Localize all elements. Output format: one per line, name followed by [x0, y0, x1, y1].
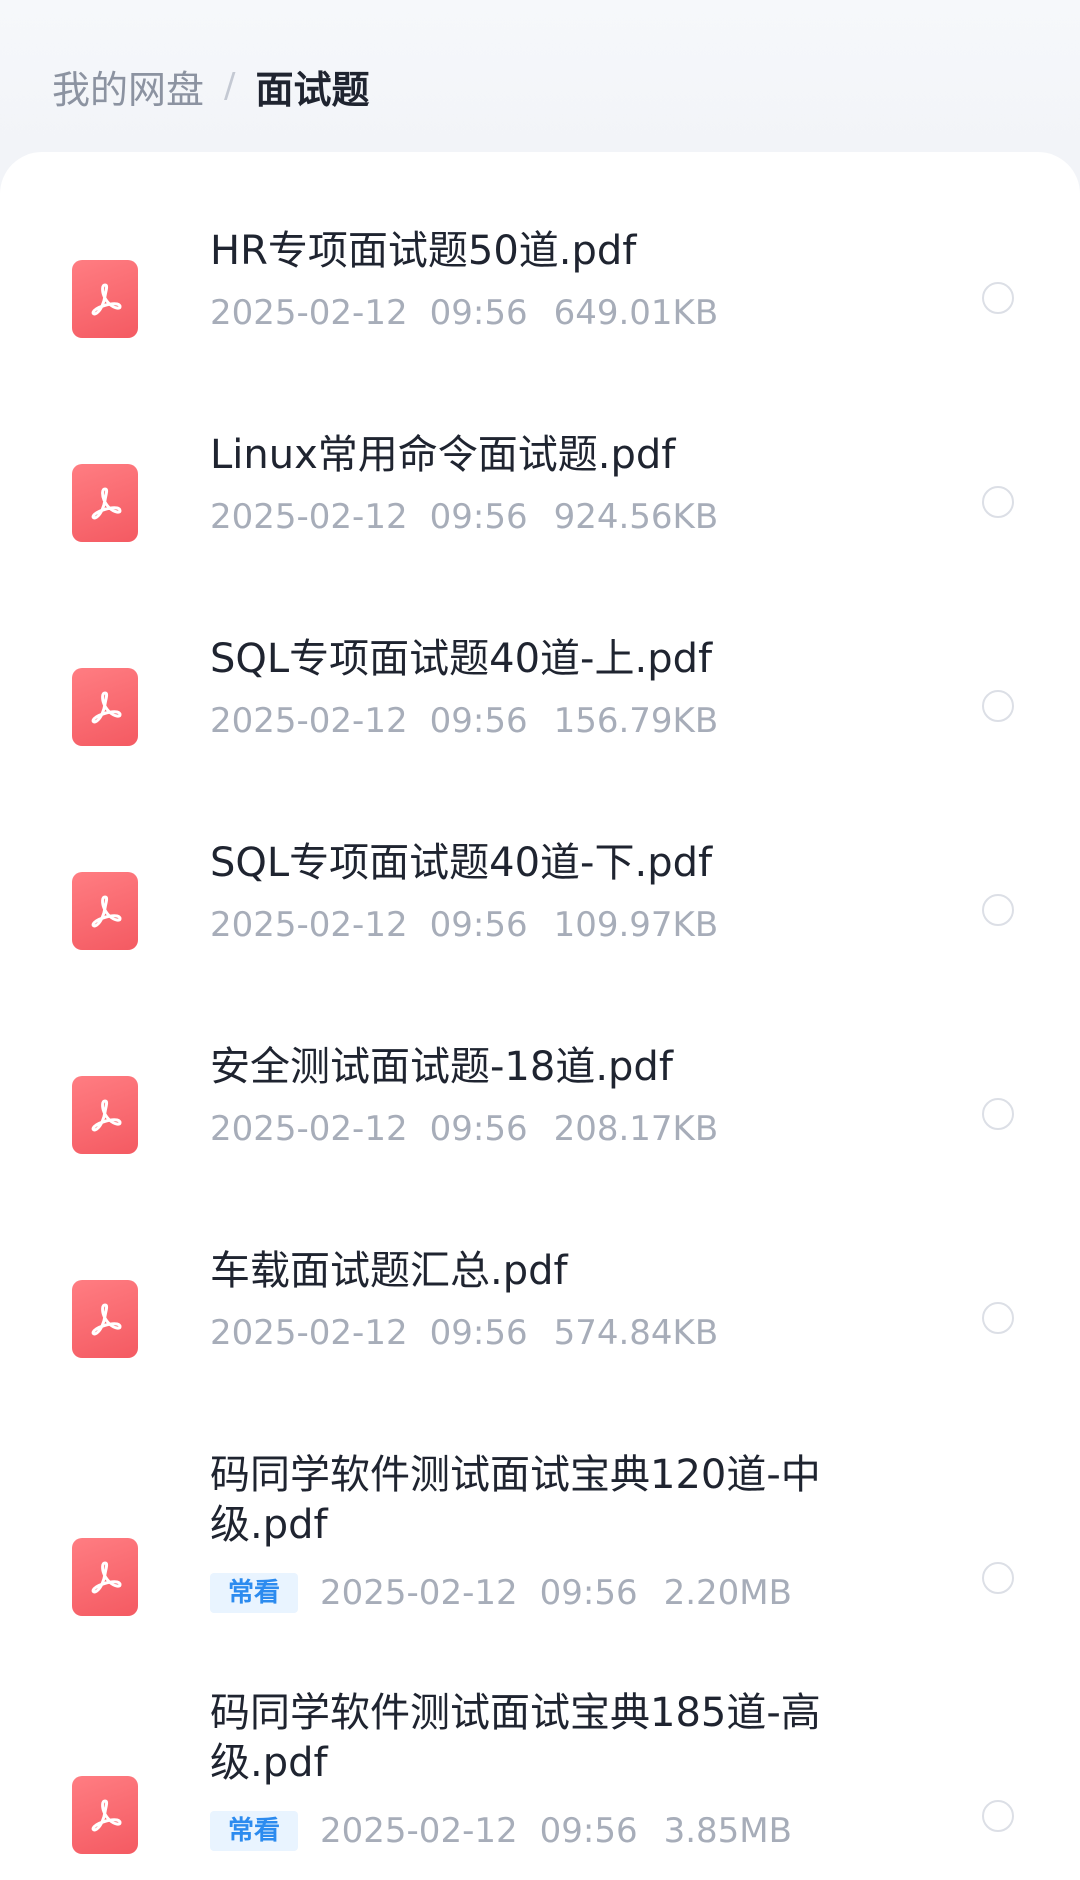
file-time: 09:56	[429, 1313, 528, 1353]
pdf-icon	[72, 260, 138, 338]
breadcrumb-root[interactable]: 我的网盘	[52, 59, 204, 114]
file-name: HR专项面试题50道.pdf	[210, 228, 637, 274]
file-meta: 2025-02-12 09:56 574.84KB	[210, 1312, 718, 1354]
file-size: 3.85MB	[663, 1811, 792, 1851]
pdf-icon	[72, 872, 138, 950]
pdf-icon	[72, 1076, 138, 1154]
breadcrumb-separator: /	[224, 66, 236, 106]
pdf-icon	[72, 1280, 138, 1358]
select-radio[interactable]	[982, 1562, 1014, 1594]
select-radio[interactable]	[982, 1098, 1014, 1130]
file-date: 2025-02-12	[210, 701, 408, 741]
file-name: SQL专项面试题40道-上.pdf	[210, 636, 713, 682]
acrobat-glyph	[91, 1099, 122, 1132]
file-size: 2.20MB	[663, 1573, 792, 1613]
file-time: 09:56	[429, 701, 528, 741]
file-time: 09:56	[429, 1109, 528, 1149]
file-date: 2025-02-12	[320, 1573, 518, 1613]
file-name: 码同学软件测试面试宝典120道-中级.pdf	[210, 1452, 821, 1548]
pdf-icon	[72, 1538, 138, 1616]
file-name: 车载面试题汇总.pdf	[210, 1248, 568, 1294]
pdf-icon	[72, 1776, 138, 1854]
file-meta: 常看 2025-02-12 09:56 2.20MB	[210, 1572, 792, 1614]
file-size: 156.79KB	[553, 701, 719, 741]
file-size: 924.56KB	[553, 497, 719, 537]
file-date: 2025-02-12	[210, 497, 408, 537]
breadcrumb: 我的网盘 / 面试题	[52, 56, 370, 116]
file-date: 2025-02-12	[210, 1313, 408, 1353]
file-date: 2025-02-12	[320, 1811, 518, 1851]
acrobat-glyph	[91, 487, 122, 520]
acrobat-glyph	[91, 1561, 122, 1594]
file-meta: 2025-02-12 09:56 208.17KB	[210, 1108, 718, 1150]
pdf-icon	[72, 464, 138, 542]
file-size: 109.97KB	[553, 905, 719, 945]
acrobat-glyph	[91, 895, 122, 928]
breadcrumb-current: 面试题	[255, 67, 370, 112]
file-size: 574.84KB	[553, 1313, 719, 1353]
file-date: 2025-02-12	[210, 905, 408, 945]
file-list-panel	[0, 152, 1080, 1880]
frequent-tag: 常看	[210, 1573, 299, 1613]
file-time: 09:56	[429, 497, 528, 537]
file-meta: 常看 2025-02-12 09:56 3.85MB	[210, 1810, 792, 1852]
pdf-icon	[72, 668, 138, 746]
acrobat-glyph	[91, 691, 122, 724]
file-meta: 2025-02-12 09:56 649.01KB	[210, 292, 718, 334]
acrobat-glyph	[91, 283, 122, 316]
file-name: 安全测试面试题-18道.pdf	[210, 1044, 673, 1090]
file-meta: 2025-02-12 09:56 924.56KB	[210, 496, 718, 538]
file-meta: 2025-02-12 09:56 156.79KB	[210, 700, 718, 742]
file-name: SQL专项面试题40道-下.pdf	[210, 840, 713, 886]
file-name: 码同学软件测试面试宝典185道-高级.pdf	[210, 1690, 821, 1786]
select-radio[interactable]	[982, 486, 1014, 518]
file-name: Linux常用命令面试题.pdf	[210, 432, 676, 478]
file-date: 2025-02-12	[210, 1109, 408, 1149]
file-size: 649.01KB	[553, 293, 719, 333]
file-time: 09:56	[539, 1811, 638, 1851]
acrobat-glyph	[91, 1303, 122, 1336]
file-time: 09:56	[429, 293, 528, 333]
select-radio[interactable]	[982, 282, 1014, 314]
acrobat-glyph	[91, 1799, 122, 1832]
file-time: 09:56	[429, 905, 528, 945]
select-radio[interactable]	[982, 1302, 1014, 1334]
file-meta: 2025-02-12 09:56 109.97KB	[210, 904, 718, 946]
select-radio[interactable]	[982, 690, 1014, 722]
file-size: 208.17KB	[553, 1109, 719, 1149]
file-date: 2025-02-12	[210, 293, 408, 333]
select-radio[interactable]	[982, 894, 1014, 926]
file-time: 09:56	[539, 1573, 638, 1613]
frequent-tag: 常看	[210, 1811, 299, 1851]
select-radio[interactable]	[982, 1800, 1014, 1832]
